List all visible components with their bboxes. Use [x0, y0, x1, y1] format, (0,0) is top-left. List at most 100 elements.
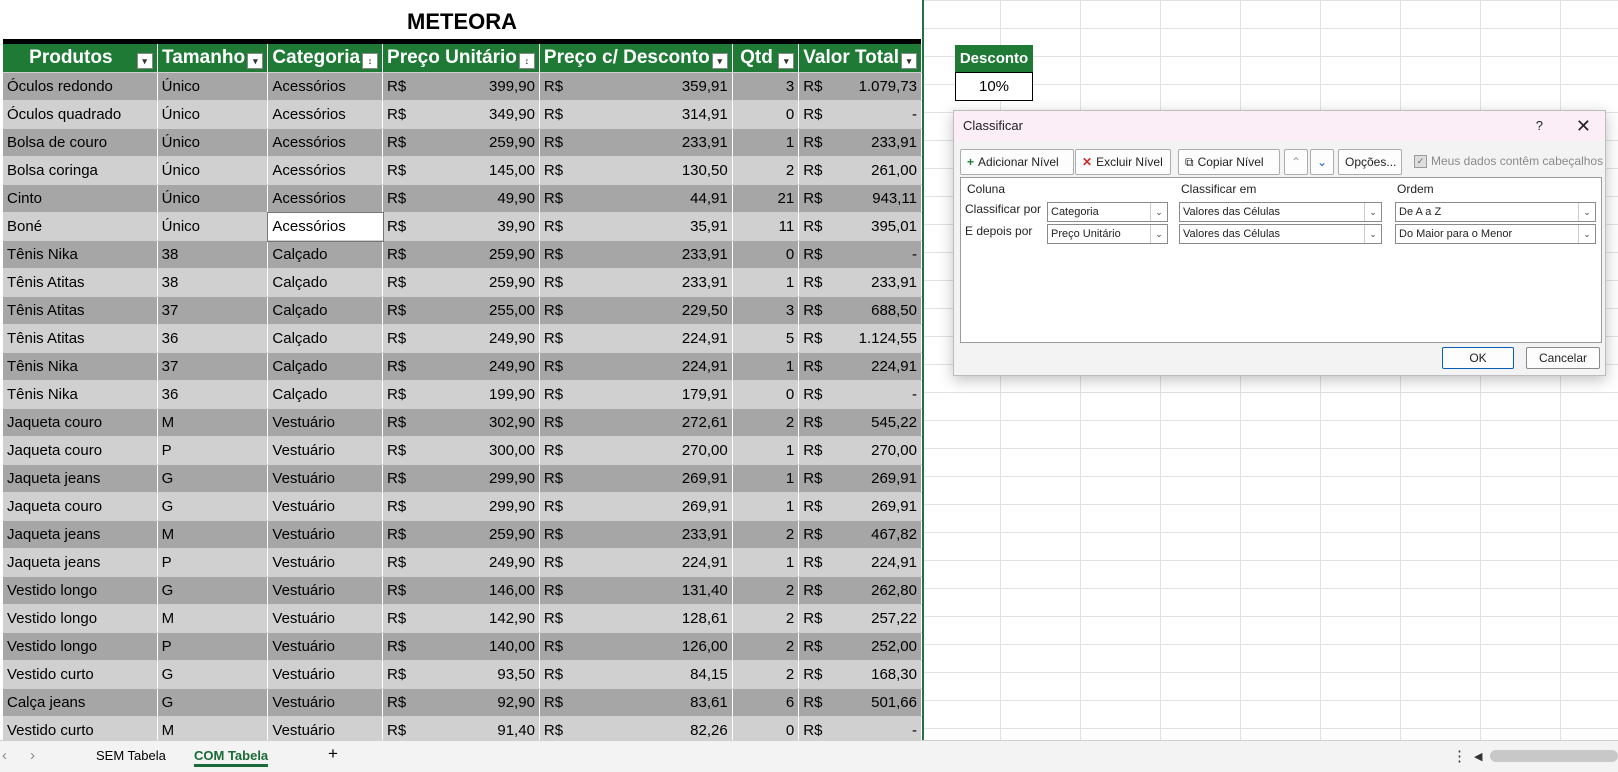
column-header-cell[interactable]: Produtos ▾ — [3, 44, 158, 73]
discount-value[interactable]: 10% — [955, 72, 1033, 101]
table-cell[interactable]: 1 — [732, 128, 800, 157]
column-header-cell[interactable]: Valor Total ▾ — [798, 44, 922, 73]
table-cell[interactable]: Boné — [3, 212, 158, 241]
table-cell[interactable]: P — [157, 436, 269, 465]
filter-dropdown-icon[interactable]: ▾ — [901, 53, 917, 69]
table-cell[interactable]: Acessórios — [266, 211, 384, 242]
filter-dropdown-icon[interactable]: ↕ — [518, 53, 535, 69]
column-header-cell[interactable]: Categoria ↕ — [267, 44, 384, 73]
move-down-button[interactable]: ⌄ — [1310, 149, 1334, 175]
table-cell[interactable]: R$ 255,00 — [382, 296, 540, 325]
column-header-cell[interactable]: Preço c/ Desconto ▾ — [539, 44, 733, 73]
table-cell[interactable]: Calçado — [267, 324, 384, 353]
tab-sem-tabela[interactable]: SEM Tabela — [96, 748, 166, 763]
next-sheet-icon[interactable]: › — [30, 747, 35, 764]
table-cell[interactable]: R$ 49,90 — [382, 184, 540, 213]
table-cell[interactable]: R$ 349,90 — [382, 100, 540, 129]
table-cell[interactable]: R$ - — [798, 100, 922, 129]
table-cell[interactable]: Tênis Atitas — [3, 324, 158, 353]
table-cell[interactable]: 36 — [157, 380, 269, 409]
table-cell[interactable]: 2 — [732, 408, 800, 437]
table-cell[interactable]: R$ 233,91 — [539, 240, 733, 269]
table-cell[interactable]: G — [157, 576, 269, 605]
table-cell[interactable]: Bolsa de couro — [3, 128, 158, 157]
table-cell[interactable]: R$ 233,91 — [539, 128, 733, 157]
table-cell[interactable]: P — [157, 632, 269, 661]
table-cell[interactable]: Calçado — [267, 240, 384, 269]
tab-com-tabela[interactable]: COM Tabela — [194, 748, 269, 767]
table-cell[interactable]: 2 — [732, 632, 800, 661]
table-cell[interactable]: R$ 270,00 — [539, 436, 733, 465]
table-cell[interactable]: Acessórios — [267, 100, 384, 129]
table-cell[interactable]: R$ 224,91 — [539, 324, 733, 353]
table-cell[interactable]: R$ 300,00 — [382, 436, 540, 465]
table-cell[interactable]: R$ 35,91 — [539, 212, 733, 241]
table-cell[interactable]: 2 — [732, 520, 800, 549]
table-cell[interactable]: Tênis Nika — [3, 240, 158, 269]
table-cell[interactable]: Acessórios — [267, 184, 384, 213]
table-cell[interactable]: Calça jeans — [3, 688, 158, 717]
table-cell[interactable]: Calçado — [267, 352, 384, 381]
table-cell[interactable]: Vestuário — [267, 660, 384, 689]
table-cell[interactable]: R$ 259,90 — [382, 240, 540, 269]
table-cell[interactable]: R$ 39,90 — [382, 212, 540, 241]
table-cell[interactable]: R$ 359,91 — [539, 72, 733, 101]
table-cell[interactable]: R$ 93,50 — [382, 660, 540, 689]
table-cell[interactable]: Tênis Nika — [3, 352, 158, 381]
table-cell[interactable]: Calçado — [267, 268, 384, 297]
table-cell[interactable]: 1 — [732, 464, 800, 493]
order-select[interactable]: Do Maior para o Menor ⌄ — [1395, 224, 1596, 244]
table-cell[interactable]: G — [157, 688, 269, 717]
table-cell[interactable]: 2 — [732, 660, 800, 689]
table-cell[interactable]: Vestido longo — [3, 576, 158, 605]
table-cell[interactable]: G — [157, 492, 269, 521]
table-cell[interactable]: R$ 272,61 — [539, 408, 733, 437]
discount-header[interactable]: Desconto — [955, 45, 1033, 72]
table-cell[interactable]: R$ 299,90 — [382, 492, 540, 521]
table-cell[interactable]: Vestuário — [267, 576, 384, 605]
sort-on-select[interactable]: Valores das Células ⌄ — [1179, 224, 1382, 244]
more-options-icon[interactable]: ⋮ — [1452, 747, 1467, 765]
sheet-title[interactable]: METEORA — [3, 4, 921, 40]
column-select[interactable]: Categoria ⌄ — [1047, 202, 1168, 222]
filter-dropdown-icon[interactable]: ▾ — [778, 53, 795, 69]
table-cell[interactable]: R$ 44,91 — [539, 184, 733, 213]
table-cell[interactable]: R$ 259,90 — [382, 268, 540, 297]
table-cell[interactable]: R$ 259,90 — [382, 128, 540, 157]
table-cell[interactable]: Acessórios — [267, 128, 384, 157]
table-cell[interactable]: R$ 269,91 — [798, 492, 922, 521]
table-cell[interactable]: P — [157, 548, 269, 577]
help-icon[interactable]: ? — [1536, 111, 1543, 141]
table-cell[interactable]: R$ - — [798, 380, 922, 409]
table-cell[interactable]: Tênis Atitas — [3, 268, 158, 297]
table-cell[interactable]: Cinto — [3, 184, 158, 213]
table-cell[interactable]: 0 — [732, 240, 800, 269]
table-cell[interactable]: Jaqueta couro — [3, 408, 158, 437]
column-select[interactable]: Preço Unitário ⌄ — [1047, 224, 1168, 244]
table-cell[interactable]: R$ 270,00 — [798, 436, 922, 465]
scroll-left-icon[interactable]: ◀ — [1474, 750, 1482, 763]
table-cell[interactable]: R$ 249,90 — [382, 548, 540, 577]
table-cell[interactable]: Único — [157, 212, 269, 241]
table-cell[interactable]: Vestuário — [267, 492, 384, 521]
table-cell[interactable]: 2 — [732, 604, 800, 633]
delete-level-button[interactable]: ✕ Excluir Nível — [1075, 149, 1171, 175]
table-cell[interactable]: 0 — [732, 100, 800, 129]
table-cell[interactable]: R$ 262,80 — [798, 576, 922, 605]
table-cell[interactable]: R$ 302,90 — [382, 408, 540, 437]
table-cell[interactable]: M — [157, 520, 269, 549]
table-cell[interactable]: R$ 269,91 — [539, 492, 733, 521]
table-cell[interactable]: Óculos redondo — [3, 72, 158, 101]
chevron-down-icon[interactable]: ⌄ — [1150, 225, 1167, 243]
table-cell[interactable]: Único — [157, 72, 269, 101]
options-button[interactable]: Opções... — [1338, 149, 1402, 175]
chevron-down-icon[interactable]: ⌄ — [1578, 225, 1595, 243]
table-cell[interactable]: R$ 224,91 — [798, 352, 922, 381]
table-cell[interactable]: 0 — [732, 380, 800, 409]
table-cell[interactable]: R$ 179,91 — [539, 380, 733, 409]
table-cell[interactable]: R$ 249,90 — [382, 324, 540, 353]
table-cell[interactable]: Vestido longo — [3, 604, 158, 633]
table-cell[interactable]: R$ 269,91 — [539, 464, 733, 493]
table-cell[interactable]: Vestuário — [267, 408, 384, 437]
table-cell[interactable]: R$ 84,15 — [539, 660, 733, 689]
